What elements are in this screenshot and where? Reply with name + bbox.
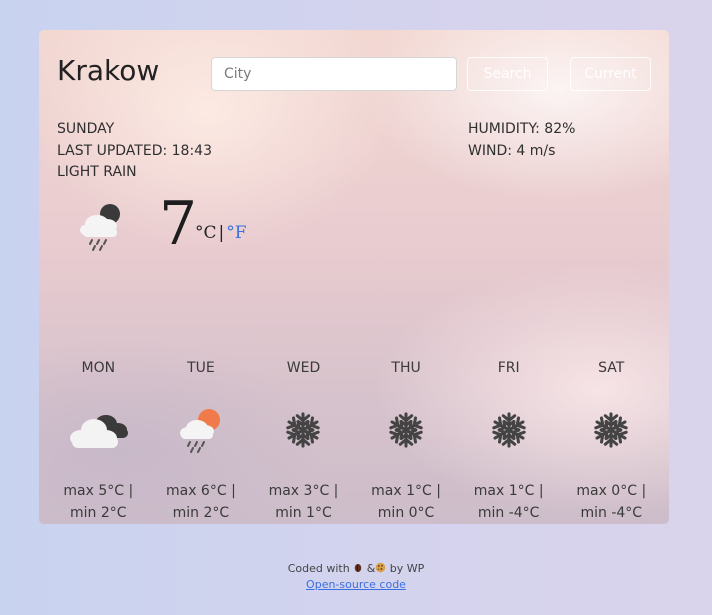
forecast-max: max 5°C | [63, 483, 134, 499]
forecast-day: TUE max 6°C | min 2°C [150, 360, 253, 524]
forecast-day: THU max 1°C | min 0°C [355, 360, 458, 524]
forecast-max: max 1°C | [371, 483, 441, 499]
unit-toggle: °C | °F [195, 223, 247, 243]
forecast-min: min 2°C [172, 505, 230, 521]
celsius-link[interactable]: °C [195, 223, 217, 243]
open-source-link[interactable]: Open-source code [0, 578, 712, 591]
snowflake-icon [355, 394, 458, 466]
last-updated: LAST UPDATED: 18:43 [57, 142, 212, 159]
forecast-min: min 0°C [377, 505, 435, 521]
forecast-day: SAT max 0°C | min -4°C [560, 360, 663, 524]
forecast-day-name: SAT [598, 360, 625, 376]
current-temperature: 7 [159, 189, 198, 259]
credit-line: Coded with & by WP [0, 562, 712, 575]
current-info: SUNDAY LAST UPDATED: 18:43 LIGHT RAIN [57, 119, 212, 184]
cloud-night-rain-icon [75, 200, 131, 256]
forecast-max: max 0°C | [576, 483, 647, 499]
city-search-input[interactable] [211, 57, 457, 91]
forecast-day-name: TUE [187, 360, 215, 376]
forecast-day: FRI max 1°C | min -4°C [457, 360, 560, 524]
forecast-max: max 3°C | [268, 483, 339, 499]
forecast-day: MON max 5°C | min 2°C [47, 360, 150, 524]
snowflake-icon [560, 394, 663, 466]
coffee-bean-icon [355, 564, 362, 572]
humidity: HUMIDITY: 82% [468, 121, 576, 137]
credit-suffix: by WP [389, 562, 425, 575]
sun-cloud-rain-icon [150, 394, 253, 466]
snowflake-icon [457, 394, 560, 466]
unit-separator: | [218, 223, 225, 243]
search-button[interactable]: Search [467, 57, 548, 91]
forecast-day-name: MON [81, 360, 116, 376]
city-name: Krakow [57, 54, 160, 87]
forecast-day-name: THU [391, 360, 421, 376]
forecast-day-name: WED [286, 360, 321, 376]
forecast-min: min 2°C [70, 505, 127, 521]
wind: WIND: 4 m/s [468, 142, 556, 159]
current-details: HUMIDITY: 82% WIND: 4 m/s [468, 119, 575, 162]
snowflake-icon [252, 394, 355, 466]
forecast-max: max 1°C | [473, 483, 544, 499]
forecast-row: MON max 5°C | min 2°C TUE max 6°C | min … [47, 360, 663, 524]
forecast-max: max 6°C | [165, 483, 236, 499]
forecast-min: min -4°C [580, 505, 643, 521]
credit-prefix: Coded with [287, 562, 350, 575]
weather-card: Krakow Search Current SUNDAY LAST UPDATE… [39, 30, 669, 524]
weather-description: LIGHT RAIN [57, 164, 137, 180]
footer: Coded with & by WP Open-source code [0, 562, 712, 591]
cloudy-icon [47, 394, 150, 466]
forecast-min: min 1°C [275, 505, 332, 521]
fahrenheit-link[interactable]: °F [226, 223, 246, 243]
forecast-day-name: FRI [497, 360, 520, 376]
forecast-min: min -4°C [477, 505, 540, 521]
cookie-icon [375, 562, 386, 573]
current-day: SUNDAY [57, 121, 115, 137]
current-location-button[interactable]: Current [570, 57, 651, 91]
forecast-day: WED max 3°C | min 1°C [252, 360, 355, 524]
credit-amp: & [366, 562, 376, 575]
